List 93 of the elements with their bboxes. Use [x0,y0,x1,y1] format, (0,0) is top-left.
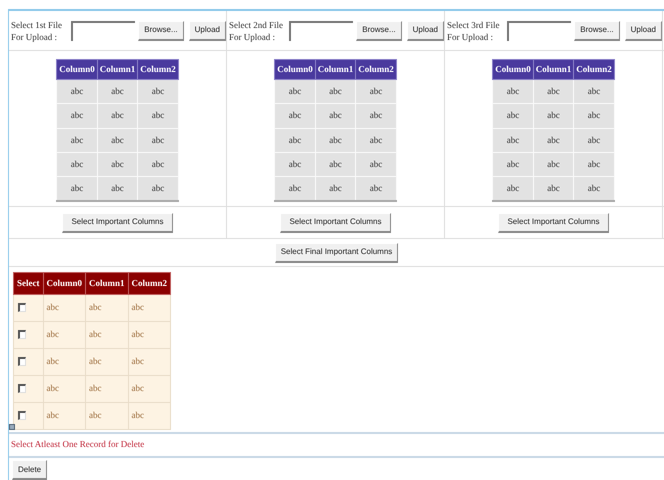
final-columns-button[interactable]: Select Final Important Columns [274,242,398,262]
table-cell: abc [492,104,534,128]
select-columns-button[interactable]: Select Important Columns [498,212,609,232]
table-cell: abc [56,80,98,104]
table-cell: abc [533,104,574,128]
upload-button[interactable]: Upload [406,20,444,40]
table-cell: abc [356,176,396,201]
table-cell: abc [128,348,171,376]
table-cell: abc [315,128,356,152]
column-header: Column0 [56,60,98,80]
table-cell: abc [56,104,98,128]
table-cell: abc [128,322,171,348]
column-header: Column0 [43,272,86,294]
table-cell: abc [574,80,614,104]
column-header: Column0 [492,60,534,80]
checkbox[interactable] [18,411,26,420]
column-header: Column1 [315,60,356,80]
select-columns-button[interactable]: Select Important Columns [280,212,391,232]
table-cell: abc [128,402,171,430]
table-cell: abc [274,176,316,201]
table-cell: abc [356,128,396,152]
table-cell: abc [533,80,574,104]
table-cell: abc [97,128,138,152]
column-header: Column1 [533,60,574,80]
table-cell: abc [138,152,178,177]
delete-button[interactable]: Delete [12,460,48,480]
table-cell: abc [274,104,316,128]
column-header: Column0 [274,60,316,80]
table-cell: abc [315,176,356,201]
table-cell: abc [492,152,534,177]
table-cell: abc [356,104,396,128]
table-cell: abc [574,104,614,128]
table-cell: abc [97,152,138,177]
column-header: Select [14,272,43,294]
upload-label: Select 1st File For Upload : [11,18,63,42]
column-header: Column2 [138,60,178,80]
table-cell: abc [97,176,138,201]
checkbox[interactable] [18,357,26,366]
table-cell: abc [138,80,178,104]
browse-button[interactable]: Browse... [574,20,620,40]
table-cell: abc [356,80,396,104]
table-cell: abc [533,152,574,177]
browse-button[interactable]: Browse... [356,20,402,40]
table-cell: abc [86,376,128,402]
table-cell: abc [56,152,98,177]
column-header: Column2 [574,60,614,80]
upload-label: Select 2nd File For Upload : [229,18,284,42]
column-header: Column2 [356,60,396,80]
table-cell: abc [56,176,98,201]
column-header: Column1 [97,60,138,80]
table-cell: abc [274,152,316,177]
table-cell: abc [43,348,86,376]
table-cell: abc [86,348,128,376]
table-cell: abc [574,152,614,177]
table-cell: abc [533,176,574,201]
validation-message: Select Atleast One Record for Delete [11,438,144,452]
table-cell: abc [43,294,86,322]
table-cell: abc [138,128,178,152]
table-cell: abc [86,402,128,430]
table-cell: abc [492,128,534,152]
upload-label: Select 3rd File For Upload : [447,18,500,42]
table-cell: abc [274,128,316,152]
checkbox[interactable] [18,384,26,393]
table-cell: abc [492,176,534,201]
table-cell: abc [97,80,138,104]
upload-button[interactable]: Upload [624,20,662,40]
checkbox[interactable] [18,303,26,312]
column-header: Column1 [86,272,128,294]
browse-button[interactable]: Browse... [138,20,184,40]
table-cell: abc [97,104,138,128]
table-cell: abc [356,152,396,177]
table-cell: abc [574,128,614,152]
table-cell: abc [138,176,178,201]
table-cell: abc [492,80,534,104]
checkbox[interactable] [18,330,26,339]
table-cell: abc [128,294,171,322]
column-header: Column2 [128,272,171,294]
table-cell: abc [86,294,128,322]
table-cell: abc [574,176,614,201]
table-cell: abc [43,402,86,430]
table-cell: abc [315,104,356,128]
table-cell: abc [533,128,574,152]
table-cell: abc [86,322,128,348]
table-cell: abc [315,80,356,104]
select-columns-button[interactable]: Select Important Columns [62,212,173,232]
table-cell: abc [128,376,171,402]
table-cell: abc [138,104,178,128]
table-cell: abc [274,80,316,104]
table-cell: abc [56,128,98,152]
table-cell: abc [43,322,86,348]
table-cell: abc [43,376,86,402]
table-cell: abc [315,152,356,177]
upload-button[interactable]: Upload [188,20,226,40]
